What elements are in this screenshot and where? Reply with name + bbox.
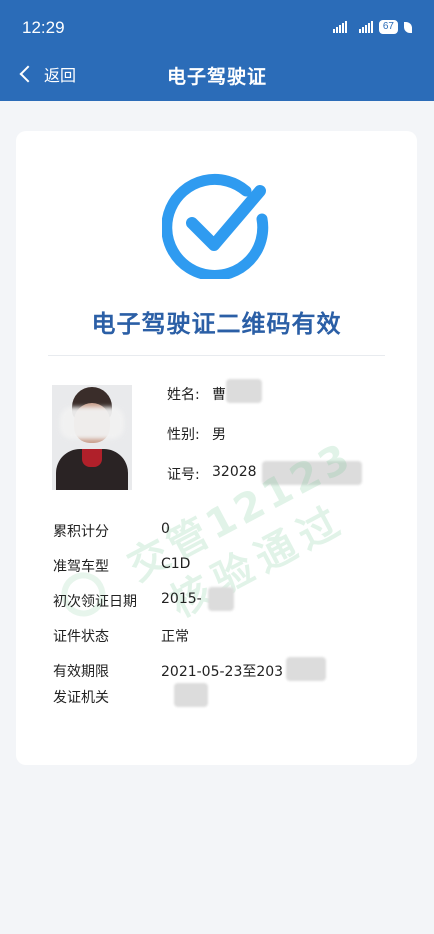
license-card: 电子驾驶证二维码有效 姓名: 曹 性别: 男 证号: 32028 交管12123…	[16, 131, 417, 765]
top-header: 12:29 67 返回 电子驾驶证	[0, 0, 434, 101]
license-number-label: 证号:	[167, 467, 200, 483]
validity-period-value: 2021-05-23至203	[161, 664, 284, 680]
gender-value: 男	[212, 427, 226, 443]
first-issue-value: 2015-	[161, 591, 202, 607]
first-issue-label: 初次领证日期	[53, 594, 137, 610]
issuing-authority-label: 发证机关	[53, 690, 109, 706]
license-number-value: 32028	[212, 464, 257, 480]
vehicle-class-label: 准驾车型	[53, 559, 109, 575]
points-value: 0	[161, 521, 170, 537]
nav-bar: 返回 电子驾驶证	[0, 50, 434, 100]
status-bar: 12:29 67	[0, 0, 434, 50]
name-label: 姓名:	[167, 387, 200, 403]
name-value: 曹	[212, 387, 226, 403]
status-time: 12:29	[22, 18, 65, 37]
redacted-name	[226, 379, 262, 403]
watermark-line1: 交管12123	[120, 433, 361, 591]
validity-heading: 电子驾驶证二维码有效	[91, 310, 342, 338]
divider	[48, 355, 385, 356]
signal-icon	[358, 21, 373, 33]
license-photo	[52, 385, 132, 490]
page-title: 电子驾驶证	[166, 66, 267, 88]
leaf-icon	[404, 21, 412, 33]
validity-period-label: 有效期限	[53, 664, 109, 680]
check-circle-icon	[162, 173, 269, 279]
signal-icon	[332, 21, 347, 33]
battery-icon: 67	[378, 20, 398, 34]
redacted-authority	[174, 683, 208, 707]
status-icons: 67	[332, 20, 412, 34]
points-label: 累积计分	[53, 524, 109, 540]
status-value: 正常	[161, 629, 189, 645]
redacted-first-issue	[208, 587, 234, 611]
gender-label: 性别:	[167, 427, 200, 443]
status-label: 证件状态	[53, 629, 109, 645]
vehicle-class-value: C1D	[161, 556, 191, 572]
redacted-license-number	[262, 461, 362, 485]
redacted-expiry	[286, 657, 326, 681]
